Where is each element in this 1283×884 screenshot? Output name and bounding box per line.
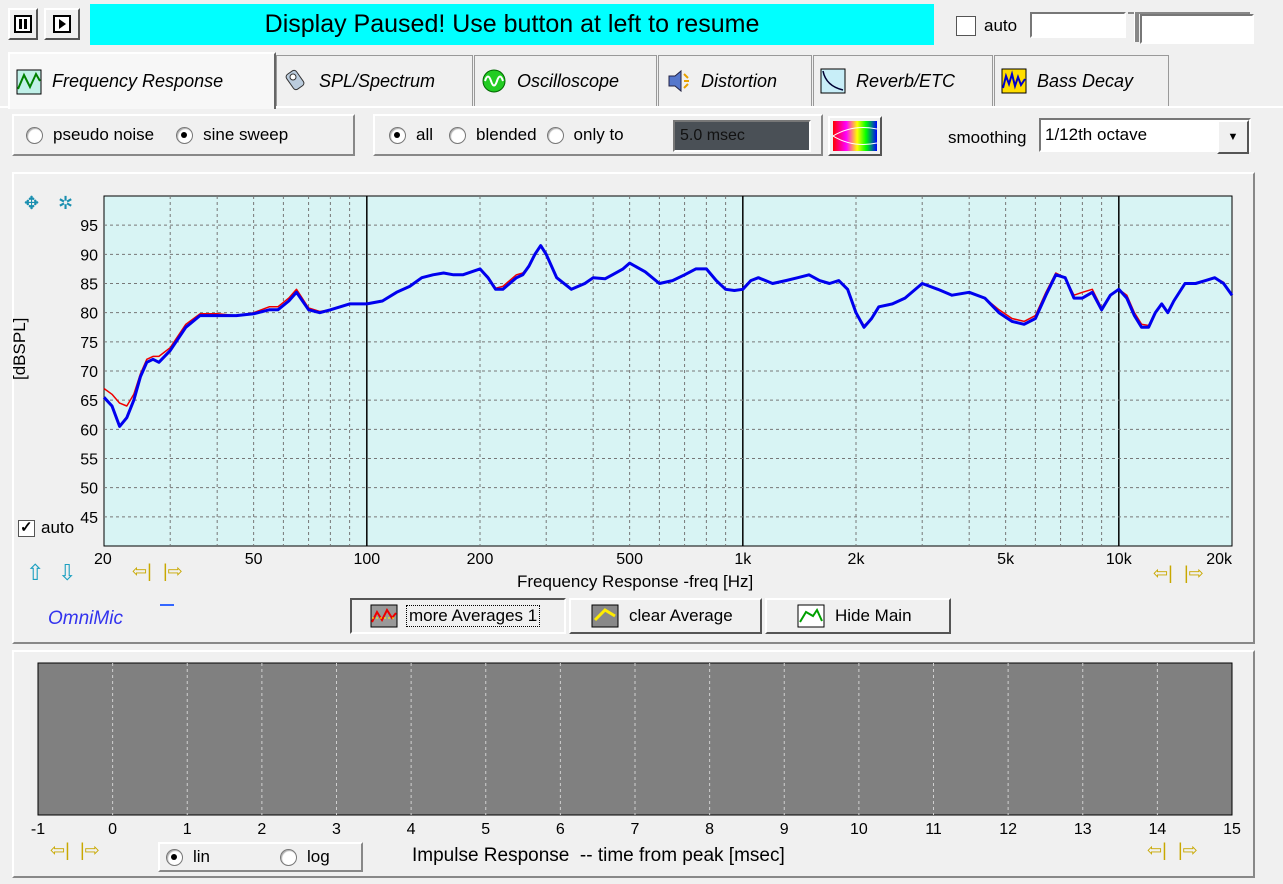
lin-radio[interactable] bbox=[166, 848, 183, 866]
impulse-plot-area bbox=[37, 662, 1233, 816]
impulse-x-tick-label: 14 bbox=[1148, 821, 1166, 838]
impulse-x-tick-label: -1 bbox=[31, 821, 45, 838]
impulse-pan-left-right-side-icon[interactable]: ⇦| bbox=[1147, 840, 1167, 861]
impulse-x-tick-label: 4 bbox=[407, 821, 416, 838]
impulse-x-tick-label: 0 bbox=[108, 821, 117, 838]
impulse-x-tick-label: 9 bbox=[780, 821, 789, 838]
graph-auto-label: auto bbox=[41, 518, 75, 537]
impulse-x-axis-label: Impulse Response -- time from peak [msec… bbox=[412, 845, 785, 866]
impulse-x-tick-label: 10 bbox=[850, 821, 868, 838]
impulse-x-tick-label: 3 bbox=[332, 821, 341, 838]
impulse-x-tick-label: 11 bbox=[925, 821, 942, 838]
impulse-pan-right-icon[interactable]: |⇨ bbox=[80, 840, 100, 861]
impulse-x-tick-label: 2 bbox=[257, 821, 266, 838]
graph-auto-toggle[interactable]: auto bbox=[18, 518, 74, 538]
impulse-x-tick-label: 1 bbox=[183, 821, 192, 838]
impulse-x-tick-label: 13 bbox=[1074, 821, 1092, 838]
impulse-x-tick-label: 8 bbox=[705, 821, 714, 838]
impulse-pan-right-right-side-icon[interactable]: |⇨ bbox=[1178, 840, 1198, 861]
log-radio[interactable] bbox=[280, 848, 298, 866]
lin-label: lin bbox=[193, 847, 211, 866]
impulse-response-chart[interactable]: -1 0 1 2 3 4 5 6 7 8 9 10 11 12 13 14 15 bbox=[0, 0, 1283, 884]
impulse-pan-left-icon[interactable]: ⇦| bbox=[50, 840, 70, 861]
impulse-x-tick-label: 15 bbox=[1223, 821, 1241, 838]
impulse-x-tick-label: 5 bbox=[481, 821, 490, 838]
log-label: log bbox=[307, 847, 330, 866]
impulse-x-tick-label: 6 bbox=[556, 821, 565, 838]
graph-auto-checkbox[interactable] bbox=[18, 518, 35, 537]
impulse-x-tick-label: 12 bbox=[999, 821, 1017, 838]
impulse-scale-group: lin log bbox=[158, 842, 363, 872]
impulse-x-tick-label: 7 bbox=[631, 821, 640, 838]
